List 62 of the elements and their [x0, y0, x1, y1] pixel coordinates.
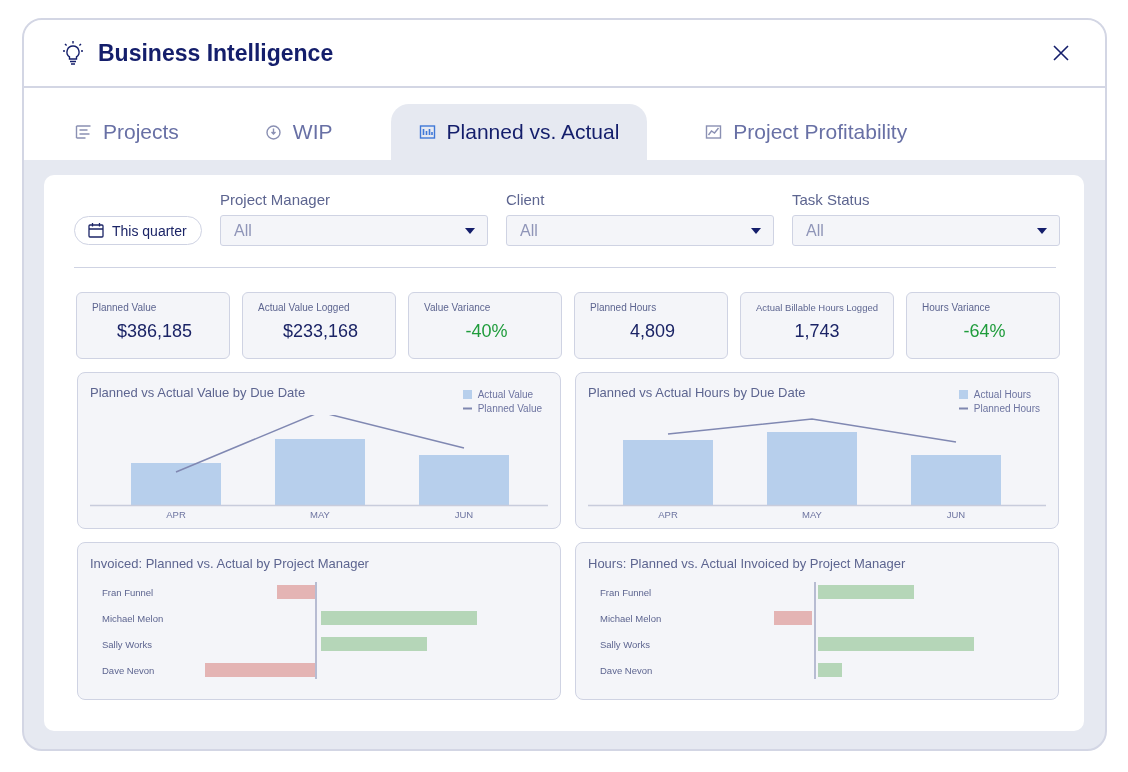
- close-icon: [1051, 43, 1071, 63]
- lightbulb-icon: [62, 40, 84, 66]
- kpi-label: Planned Hours: [590, 302, 658, 313]
- close-button[interactable]: [1051, 43, 1071, 63]
- dropdown-caret-icon: [1037, 227, 1047, 234]
- bar-chart-icon: [418, 124, 436, 140]
- tab[interactable]: Projects: [47, 104, 207, 160]
- manager-name: Michael Melon: [600, 612, 662, 624]
- variance-bar: [774, 611, 812, 625]
- window-title: Business Intelligence: [98, 39, 335, 67]
- variance-bar: [277, 585, 315, 599]
- legend-label: Actual Hours: [973, 389, 1032, 400]
- manager-name: Dave Nevon: [600, 664, 653, 676]
- axis-label: JUN: [454, 509, 474, 520]
- calendar-icon: [88, 223, 104, 238]
- kpi-label: Planned Value: [92, 302, 158, 313]
- dropdown-caret-icon: [465, 227, 475, 234]
- kpi-label: Actual Value Logged: [258, 302, 351, 313]
- manager-name: Fran Funnel: [600, 586, 652, 598]
- line-chart-icon: [705, 124, 723, 140]
- axis-label: MAY: [802, 509, 822, 520]
- filter-label: Task Status: [792, 191, 871, 208]
- legend-label: Planned Value: [477, 403, 542, 414]
- kpi-value: -40%: [464, 321, 509, 342]
- tab[interactable]: Project Profitability: [677, 104, 936, 160]
- kpi-value: 1,743: [793, 321, 841, 342]
- gauge-icon: [264, 124, 282, 140]
- date-range-button[interactable]: This quarter: [74, 216, 202, 245]
- manager-name: Dave Nevon: [102, 664, 155, 676]
- gantt-icon: [75, 124, 92, 140]
- dropdown-field[interactable]: All: [792, 215, 1060, 246]
- kpi-value: $386,185: [115, 321, 194, 342]
- manager-name: Fran Funnel: [102, 586, 154, 598]
- kpi-label: Hours Variance: [922, 302, 992, 313]
- manager-name: Sally Works: [600, 638, 650, 650]
- kpi-label: Value Variance: [424, 302, 492, 313]
- dropdown-field[interactable]: All: [220, 215, 488, 246]
- axis-label: JUN: [946, 509, 966, 520]
- legend-label: Actual Value: [477, 389, 534, 400]
- tab[interactable]: WIP: [236, 104, 361, 160]
- kpi-value: -64%: [962, 321, 1007, 342]
- chart-title: Planned vs Actual Hours by Due Date: [588, 385, 806, 402]
- dropdown-field[interactable]: All: [506, 215, 774, 246]
- manager-name: Michael Melon: [102, 612, 164, 624]
- kpi-value: $233,168: [281, 321, 360, 342]
- tab[interactable]: Planned vs. Actual: [390, 104, 648, 160]
- kpi-label: Actual Billable Hours Logged: [755, 302, 879, 313]
- variance-bar: [818, 663, 842, 677]
- legend-swatch-icon: [958, 390, 968, 399]
- axis-label: MAY: [310, 509, 330, 520]
- chart-title: Hours: Planned vs. Actual Invoiced by Project Manager: [587, 555, 907, 573]
- chart-title: Invoiced: Planned vs. Actual by Project Manager: [89, 555, 370, 573]
- legend-swatch-icon: [462, 390, 472, 399]
- axis-label: APR: [166, 509, 186, 520]
- kpi-value: 4,809: [628, 321, 676, 342]
- legend-label: Planned Hours: [973, 403, 1040, 414]
- dropdown-caret-icon: [751, 227, 761, 234]
- axis-label: APR: [658, 509, 678, 520]
- filter-label: Project Manager: [220, 191, 332, 208]
- chart-title: Planned vs Actual Value by Due Date: [90, 385, 306, 402]
- filter-label: Client: [506, 191, 546, 208]
- manager-name: Sally Works: [102, 638, 152, 650]
